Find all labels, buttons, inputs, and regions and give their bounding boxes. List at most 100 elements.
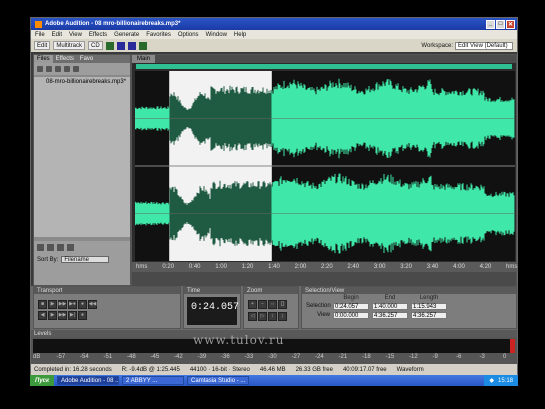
level-scale-label: -3 <box>479 354 485 360</box>
stop-icon[interactable] <box>47 244 54 251</box>
taskbar-item-camtasia[interactable]: Camtasia Studio - ... <box>187 376 250 385</box>
transport-button[interactable]: ▶ <box>48 300 57 309</box>
zoom-vin-icon[interactable]: ↕ <box>268 311 277 321</box>
toolbar: Edit Multitrack CD Workspace: Edit View … <box>31 39 517 52</box>
close-file-icon[interactable] <box>55 66 61 72</box>
level-scale: dB -57 -54 -51 -48 -45 -42 -39 -36 -33 -30 -27 -24 -2… <box>33 354 515 362</box>
level-scale-label: -21 <box>338 354 348 360</box>
tool-icon[interactable] <box>116 41 125 50</box>
main-window: Adobe Audition - 08 mro-billionairebreak… <box>30 17 518 375</box>
menu-file[interactable]: File <box>35 32 45 38</box>
maximize-button[interactable]: □ <box>496 19 505 29</box>
transport-button[interactable]: ■ <box>38 300 47 309</box>
menu-options[interactable]: Options <box>178 32 199 38</box>
transport-button[interactable]: ▶| <box>68 311 77 320</box>
level-scale-label: -36 <box>221 354 230 360</box>
zoom-out-icon[interactable]: − <box>258 299 267 309</box>
level-scale-label: -48 <box>127 354 136 360</box>
transport-button[interactable]: ◀◀ <box>88 300 97 309</box>
selection-length-field[interactable]: 1:15.943 <box>411 303 447 310</box>
sort-label: Sort By: <box>37 256 59 263</box>
taskbar-item-audition[interactable]: Adobe Audition - 08 ... <box>57 376 120 385</box>
workspace-select[interactable]: Edit View (Default) <box>455 41 513 50</box>
loop-icon[interactable] <box>57 244 64 251</box>
status-completed: Completed in: 16.28 seconds <box>34 366 112 373</box>
zoom-in-icon[interactable]: + <box>248 299 257 309</box>
timeline-ruler[interactable]: hms 0:20 0:40 1:00 1:20 1:40 2:00 2:20 2:40 3:00 3… <box>132 262 517 272</box>
zoom-full-icon[interactable]: ⇔ <box>268 299 277 309</box>
timeline-tick-label: hms <box>136 264 148 270</box>
selection-end-field[interactable]: 1:40.000 <box>372 303 408 310</box>
transport-button[interactable]: ● <box>78 300 87 309</box>
menu-view[interactable]: View <box>69 32 82 38</box>
menu-help[interactable]: Help <box>234 32 246 38</box>
transport-button[interactable]: ▶● <box>68 300 77 309</box>
menu-edit[interactable]: Edit <box>52 32 62 38</box>
length-header: Length <box>419 295 439 301</box>
zoom-selection-icon[interactable]: [] <box>278 299 287 309</box>
close-button[interactable]: ✕ <box>506 19 515 29</box>
timeline-tick-label: 2:20 <box>321 264 333 270</box>
tab-favorites[interactable]: Favo <box>77 55 96 63</box>
level-scale-label: -39 <box>197 354 207 360</box>
timeline-tick-label: 2:00 <box>294 264 307 270</box>
view-length-field[interactable]: 4:36.257 <box>411 312 447 319</box>
level-scale-label: -9 <box>432 354 438 360</box>
sort-select[interactable]: Filename <box>61 256 110 263</box>
level-scale-label: -12 <box>409 354 418 360</box>
menu-window[interactable]: Window <box>206 32 227 38</box>
tab-files[interactable]: Files <box>34 55 53 63</box>
level-scale-label: dB <box>33 354 41 360</box>
open-file-icon[interactable] <box>37 66 43 72</box>
files-panel: Files Effects Favo 08-mro-billionairebre… <box>33 54 131 286</box>
view-end-field[interactable]: 4:36.257 <box>372 312 408 319</box>
level-scale-label: -27 <box>291 354 301 360</box>
tool-icon[interactable] <box>138 41 147 50</box>
zoom-left-icon[interactable]: ◁ <box>248 311 257 321</box>
cd-view-button[interactable]: CD <box>88 41 103 50</box>
level-scale-label: -51 <box>103 354 113 360</box>
autoplay-icon[interactable] <box>67 244 74 251</box>
tab-main[interactable]: Main <box>132 55 156 63</box>
clip-indicator[interactable] <box>510 339 515 353</box>
transport-button[interactable]: ▶ <box>48 311 57 320</box>
taskbar-item-abbyy[interactable]: 2 ABBYY ... <box>122 376 185 385</box>
loop-icon[interactable] <box>73 66 79 72</box>
zoom-vout-icon[interactable]: ↨ <box>278 311 287 321</box>
play-icon[interactable] <box>37 244 44 251</box>
selection-begin-field[interactable]: 0:24.057 <box>333 303 369 310</box>
transport-button[interactable]: ▶▶ <box>58 300 67 309</box>
zoom-scrollbar[interactable] <box>132 272 516 286</box>
waveform-editor: Main hms 0:20 0:40 1:00 1:20 1:40 2:00 2:20 2:40… <box>131 54 517 286</box>
menu-generate[interactable]: Generate <box>114 32 139 38</box>
tool-icon[interactable] <box>105 41 114 50</box>
transport-button[interactable]: ▶▶ <box>58 311 67 320</box>
waveform-display[interactable] <box>135 71 515 261</box>
timeline-tick-label: 0:40 <box>188 264 201 270</box>
view-begin-field[interactable]: 0:00.000 <box>333 312 369 319</box>
transport-button[interactable]: ◀ <box>38 311 47 320</box>
edit-view-button[interactable]: Edit <box>34 41 51 50</box>
zoom-right-icon[interactable]: ▷ <box>258 311 267 321</box>
tool-icon[interactable] <box>127 41 136 50</box>
start-button[interactable]: Пуск <box>30 375 55 386</box>
level-scale-label: 0 <box>503 354 507 360</box>
minimize-button[interactable]: _ <box>486 19 495 29</box>
level-scale-label: -30 <box>268 354 277 360</box>
import-icon[interactable] <box>46 66 52 72</box>
level-scale-label: -42 <box>174 354 183 360</box>
play-file-icon[interactable] <box>64 66 70 72</box>
tab-effects[interactable]: Effects <box>53 55 77 63</box>
menu-effects[interactable]: Effects <box>89 32 107 38</box>
bottom-panels: Transport ■ ▶ ▶▶ ▶● ● ◀◀ ◀ ▶ ▶▶ ▶| ● Time 0:24.057… <box>31 286 517 330</box>
multitrack-view-button[interactable]: Multitrack <box>53 41 86 50</box>
file-list-item[interactable]: 08-mro-billionairebreaks.mp3* <box>46 79 130 85</box>
transport-button[interactable]: ● <box>78 311 87 320</box>
transport-panel: Transport ■ ▶ ▶▶ ▶● ● ◀◀ ◀ ▶ ▶▶ ▶| ● <box>33 286 181 329</box>
level-scale-label: -45 <box>150 354 160 360</box>
timeline-tick-label: 2:40 <box>347 264 360 270</box>
tray-icon[interactable]: ◆ <box>489 377 494 384</box>
status-size: 46.46 MB <box>259 366 286 373</box>
overview-bar[interactable] <box>136 64 512 69</box>
menu-favorites[interactable]: Favorites <box>146 32 171 38</box>
